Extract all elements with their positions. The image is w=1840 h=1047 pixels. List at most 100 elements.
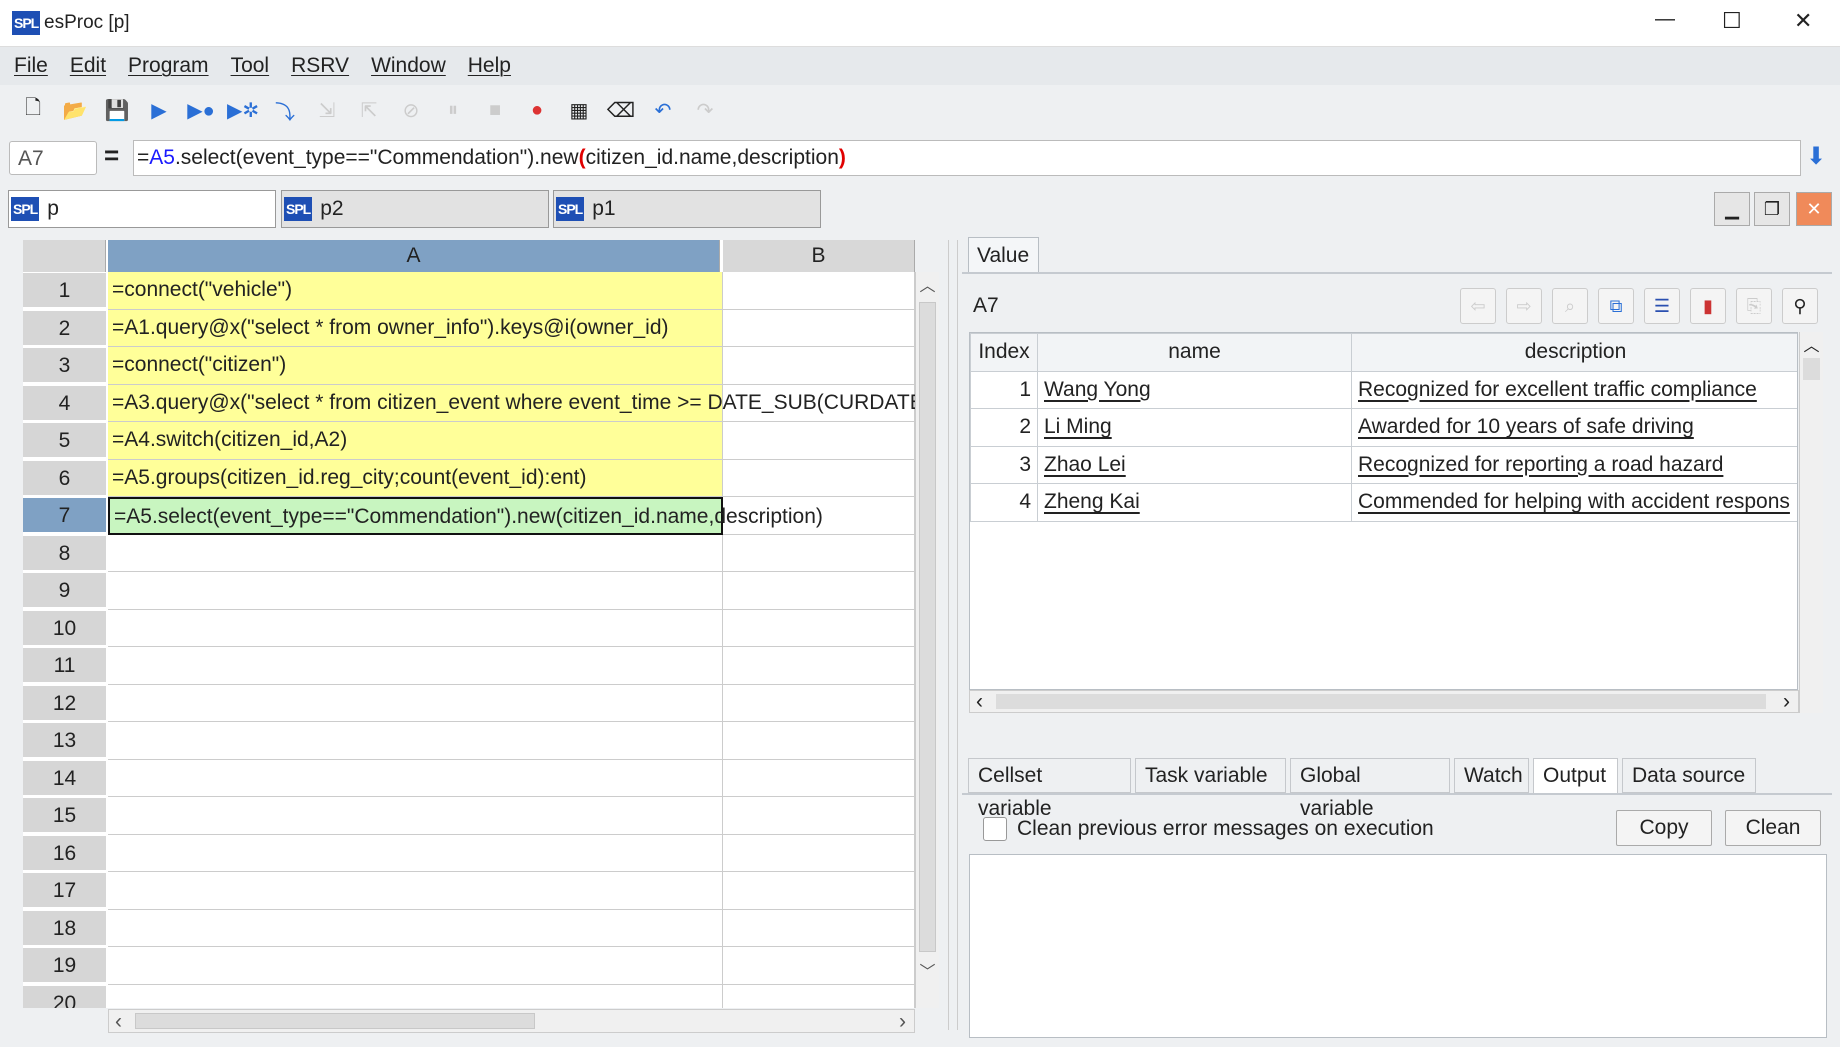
copy-icon[interactable]: ⧉ bbox=[1598, 288, 1634, 324]
column-header-description[interactable]: description bbox=[1351, 333, 1797, 372]
row-header[interactable]: 3 bbox=[23, 348, 106, 384]
cell-b5[interactable] bbox=[723, 422, 915, 460]
cell-b11[interactable] bbox=[723, 647, 915, 685]
formula-input[interactable]: =A5.select(event_type=="Commendation").n… bbox=[133, 140, 1801, 176]
tab-global-variable[interactable]: Global variable bbox=[1290, 758, 1450, 820]
row-header[interactable]: 15 bbox=[23, 798, 106, 834]
grid-vertical-scrollbar[interactable]: ︿ ﹀ bbox=[915, 272, 939, 1008]
cell-a20[interactable] bbox=[108, 984, 723, 1008]
row-header[interactable]: 4 bbox=[23, 385, 106, 422]
stop-icon[interactable]: ⊘ bbox=[396, 95, 426, 125]
list-icon[interactable]: ☰ bbox=[1644, 288, 1680, 324]
cell-grid[interactable]: A B 1 =connect("vehicle") 2 =A1.query@x("se… bbox=[23, 240, 915, 1008]
cell-a11[interactable] bbox=[108, 647, 723, 685]
cell-a12[interactable] bbox=[108, 684, 723, 722]
cell-a10[interactable] bbox=[108, 609, 723, 647]
run-to-cursor-icon[interactable]: ▶✲ bbox=[227, 95, 259, 125]
cell-b6[interactable] bbox=[723, 459, 915, 497]
cell-b2[interactable] bbox=[723, 309, 915, 347]
restore-sheet-icon[interactable]: ❐ bbox=[1754, 192, 1790, 226]
row-header[interactable]: 14 bbox=[23, 760, 106, 797]
run-icon[interactable]: ▶ bbox=[144, 95, 174, 125]
table-row[interactable]: 2 Li Ming Awarded for 10 years of safe dri… bbox=[970, 408, 1797, 447]
menu-tool[interactable]: Tool bbox=[231, 54, 270, 78]
row-header[interactable]: 19 bbox=[23, 948, 106, 984]
stop-square-icon[interactable]: ■ bbox=[480, 95, 510, 125]
column-header-index[interactable]: Index bbox=[970, 333, 1038, 372]
cell-a2[interactable]: =A1.query@x("select * from owner_info").… bbox=[108, 309, 723, 347]
cell-b16[interactable] bbox=[723, 834, 915, 872]
row-header[interactable]: 9 bbox=[23, 573, 106, 609]
table-row[interactable]: 1 Wang Yong Recognized for excellent traff… bbox=[970, 370, 1797, 409]
row-header[interactable]: 17 bbox=[23, 873, 106, 909]
open-folder-icon[interactable]: 📂 bbox=[60, 95, 90, 125]
tab-p2[interactable]: SPL p2 bbox=[281, 190, 549, 228]
close-sheet-icon[interactable]: ✕ bbox=[1796, 192, 1832, 226]
step-over-icon[interactable]: ⇲ bbox=[312, 95, 342, 125]
new-file-icon[interactable]: 🗋 bbox=[18, 95, 48, 125]
menu-rsrv[interactable]: RSRV bbox=[291, 54, 349, 78]
menu-help[interactable]: Help bbox=[468, 54, 511, 78]
cell-name-field[interactable]: A7 bbox=[9, 141, 97, 175]
grid-horizontal-scrollbar[interactable]: ‹ › bbox=[108, 1009, 915, 1033]
calculator-icon[interactable]: ▦ bbox=[564, 95, 594, 125]
cell-a18[interactable] bbox=[108, 909, 723, 947]
cell-b10[interactable] bbox=[723, 609, 915, 647]
tab-cellset-variable[interactable]: Cellset variable bbox=[968, 758, 1131, 820]
cell-a14[interactable] bbox=[108, 759, 723, 797]
menu-program[interactable]: Program bbox=[128, 54, 209, 78]
table-row[interactable]: 4 Zheng Kai Commended for helping with acc… bbox=[970, 483, 1797, 522]
panel-splitter[interactable] bbox=[948, 240, 958, 1030]
eraser-icon[interactable]: ⌫ bbox=[606, 95, 636, 125]
cell-b19[interactable] bbox=[723, 947, 915, 985]
copy-button[interactable]: Copy bbox=[1616, 810, 1712, 846]
cell-b9[interactable] bbox=[723, 572, 915, 610]
cell-a17[interactable] bbox=[108, 872, 723, 910]
cell-b20[interactable] bbox=[723, 984, 915, 1008]
row-header[interactable]: 1 bbox=[23, 273, 106, 309]
cell-a15[interactable] bbox=[108, 797, 723, 835]
tab-p1[interactable]: SPL p1 bbox=[553, 190, 821, 228]
row-header[interactable]: 6 bbox=[23, 460, 106, 497]
tab-watch[interactable]: Watch bbox=[1454, 758, 1529, 793]
cell-a3[interactable]: =connect("citizen") bbox=[108, 347, 723, 385]
menu-window[interactable]: Window bbox=[371, 54, 446, 78]
tab-value[interactable]: Value bbox=[968, 237, 1039, 273]
cell-b1[interactable] bbox=[723, 272, 915, 310]
output-textarea[interactable] bbox=[969, 854, 1827, 1038]
row-header[interactable]: 12 bbox=[23, 685, 106, 722]
tab-p[interactable]: SPL p bbox=[8, 190, 276, 228]
menu-file[interactable]: File bbox=[14, 54, 48, 78]
forward-icon[interactable]: ⇨ bbox=[1506, 288, 1542, 324]
column-header-b[interactable]: B bbox=[723, 240, 915, 272]
row-header[interactable]: 2 bbox=[23, 310, 106, 347]
table-row[interactable]: 3 Zhao Lei Recognized for reporting a road… bbox=[970, 445, 1797, 484]
row-header[interactable]: 10 bbox=[23, 610, 106, 647]
export-icon[interactable]: ⎘ bbox=[1736, 288, 1772, 324]
cell-a4[interactable]: =A3.query@x("select * from citizen_event… bbox=[108, 384, 915, 422]
row-header[interactable]: 8 bbox=[23, 535, 106, 572]
cell-a8[interactable] bbox=[108, 534, 723, 572]
pin-icon[interactable]: ⚲ bbox=[1782, 288, 1818, 324]
maximize-button[interactable]: ☐ bbox=[1722, 8, 1742, 34]
cell-b15[interactable] bbox=[723, 797, 915, 835]
cell-a19[interactable] bbox=[108, 947, 723, 985]
expand-arrow-icon[interactable]: ⬇ bbox=[1806, 142, 1826, 171]
cell-b3[interactable] bbox=[723, 347, 915, 385]
cell-b12[interactable] bbox=[723, 684, 915, 722]
clean-button[interactable]: Clean bbox=[1725, 810, 1821, 846]
redo-icon[interactable]: ↷ bbox=[690, 95, 720, 125]
chart-icon[interactable]: ▮ bbox=[1690, 288, 1726, 324]
value-vertical-scrollbar[interactable]: ︿ bbox=[1799, 332, 1823, 713]
debug-icon[interactable]: ▶● bbox=[186, 95, 216, 125]
cell-b18[interactable] bbox=[723, 909, 915, 947]
tab-task-variable[interactable]: Task variable bbox=[1135, 758, 1286, 793]
cell-a16[interactable] bbox=[108, 834, 723, 872]
cell-b8[interactable] bbox=[723, 534, 915, 572]
cell-b17[interactable] bbox=[723, 872, 915, 910]
row-header[interactable]: 7 bbox=[23, 498, 106, 534]
row-header[interactable]: 20 bbox=[23, 985, 106, 1008]
row-header[interactable]: 5 bbox=[23, 423, 106, 459]
cell-b14[interactable] bbox=[723, 759, 915, 797]
column-header-a[interactable]: A bbox=[108, 240, 720, 272]
